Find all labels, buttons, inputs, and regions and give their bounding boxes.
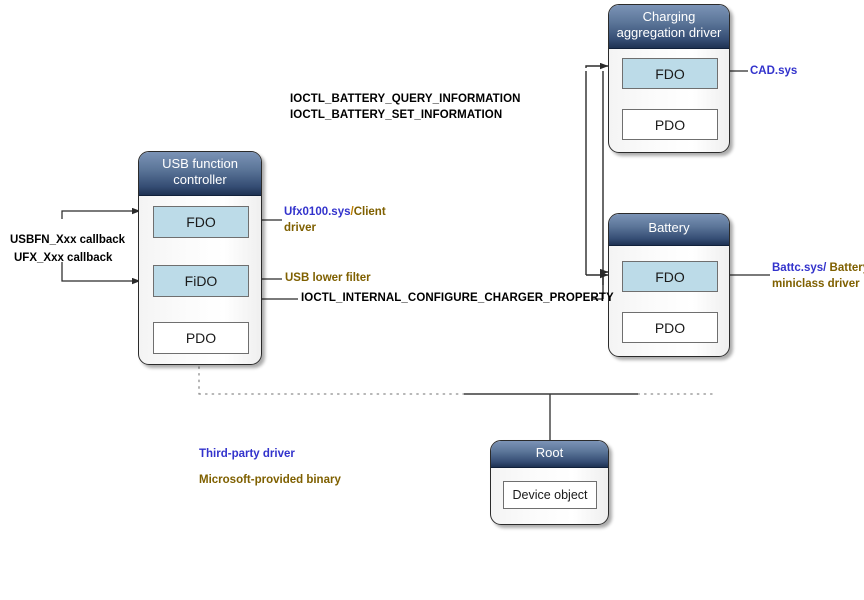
- label-ufx-callback-text: UFX_Xxx callback: [14, 252, 113, 264]
- node-battery-pdo[interactable]: PDO: [622, 312, 718, 343]
- callout-battc-driver: Battc.sys/ Battery miniclass driver: [772, 260, 864, 292]
- node-root-device-object[interactable]: Device object: [503, 481, 597, 509]
- node-usb-pdo[interactable]: PDO: [153, 322, 249, 354]
- node-usb-fido[interactable]: FiDO: [153, 265, 249, 297]
- stack-root[interactable]: Root Device object: [490, 440, 609, 525]
- node-label-usb-pdo: PDO: [185, 330, 217, 346]
- node-label-root-device-object: Device object: [512, 488, 588, 502]
- legend-label-third-party-driver: Third-party driver: [199, 448, 295, 460]
- node-label-cad-pdo: PDO: [654, 116, 686, 133]
- stack-title-charging-aggregation-driver: Charging aggregation driver: [609, 5, 729, 49]
- battery-ioctl-connector: [585, 71, 604, 299]
- stack-battery[interactable]: Battery FDO PDO: [608, 213, 730, 357]
- stack-charging-aggregation-driver[interactable]: Charging aggregation driver FDO PDO: [608, 4, 730, 153]
- label-ioctl-battery-query-text: IOCTL_BATTERY_QUERY_INFORMATION: [290, 93, 521, 105]
- stack-title-usb-function-controller: USB function controller: [139, 152, 261, 196]
- node-label-usb-fdo: FDO: [186, 214, 216, 230]
- node-cad-fdo[interactable]: FDO: [622, 58, 718, 89]
- node-battery-fdo[interactable]: FDO: [622, 261, 718, 292]
- label-ioctl-battery-set: IOCTL_BATTERY_SET_INFORMATION: [290, 109, 502, 121]
- label-ioctl-battery-query: IOCTL_BATTERY_QUERY_INFORMATION: [290, 93, 521, 105]
- callout-usb-lower-filter: USB lower filter: [285, 272, 371, 284]
- callout-ufx-driver: Ufx0100.sys/Client driver: [284, 204, 386, 236]
- label-ioctl-battery-set-text: IOCTL_BATTERY_SET_INFORMATION: [290, 109, 503, 121]
- label-ioctl-configure-charger: IOCTL_INTERNAL_CONFIGURE_CHARGER_PROPERT…: [301, 292, 614, 304]
- legend-item-third-party-driver: Third-party driver: [199, 448, 295, 460]
- label-ufx-callback: UFX_Xxx callback: [14, 252, 112, 264]
- legend-label-microsoft-provided-binary: Microsoft-provided binary: [199, 474, 341, 486]
- label-usbfn-callback: USBFN_Xxx callback: [10, 234, 125, 246]
- callout-battc-role-line2: miniclass driver: [772, 278, 860, 290]
- stack-title-root: Root: [491, 441, 608, 468]
- callout-battc-role-line1: Battery: [829, 262, 864, 274]
- callout-usb-lower-filter-text: USB lower filter: [285, 272, 371, 284]
- cad-fdo-arrow: [585, 62, 609, 70]
- node-label-cad-fdo: FDO: [655, 65, 685, 82]
- device-tree-solid: [464, 393, 638, 440]
- callout-cad-binary: CAD.sys: [750, 65, 798, 77]
- callout-battc-binary: Battc.sys/: [772, 262, 827, 274]
- stack-title-text-root: Root: [535, 445, 564, 460]
- legend-item-microsoft-provided-binary: Microsoft-provided binary: [199, 474, 341, 486]
- stack-usb-function-controller[interactable]: USB function controller FDO FiDO PDO: [138, 151, 262, 365]
- node-cad-pdo[interactable]: PDO: [622, 109, 718, 140]
- callout-cad-driver: CAD.sys: [750, 65, 797, 77]
- ufx-callback-connector: [61, 262, 141, 285]
- stack-title-text-battery: Battery: [648, 220, 690, 235]
- callout-ufx-role-line1: Client: [353, 206, 386, 218]
- label-usbfn-callback-text: USBFN_Xxx callback: [10, 234, 126, 246]
- device-tree-dotted: [198, 366, 713, 395]
- stack-title-text-cad: Charging aggregation driver: [616, 9, 722, 40]
- callout-ufx-binary: Ufx0100.sys: [284, 206, 351, 218]
- stack-title-text-usb: USB function controller: [162, 156, 238, 187]
- node-label-usb-fido: FiDO: [184, 273, 218, 289]
- node-usb-fdo[interactable]: FDO: [153, 206, 249, 238]
- node-label-battery-pdo: PDO: [654, 319, 686, 336]
- usbfn-callback-connector: [61, 207, 141, 219]
- diagram-canvas: USB function controller FDO FiDO PDO Cha…: [0, 0, 864, 600]
- stack-title-battery: Battery: [609, 214, 729, 246]
- callout-ufx-role-line2: driver: [284, 222, 316, 234]
- label-ioctl-configure-charger-text: IOCTL_INTERNAL_CONFIGURE_CHARGER_PROPERT…: [301, 292, 614, 304]
- node-label-battery-fdo: FDO: [655, 268, 685, 285]
